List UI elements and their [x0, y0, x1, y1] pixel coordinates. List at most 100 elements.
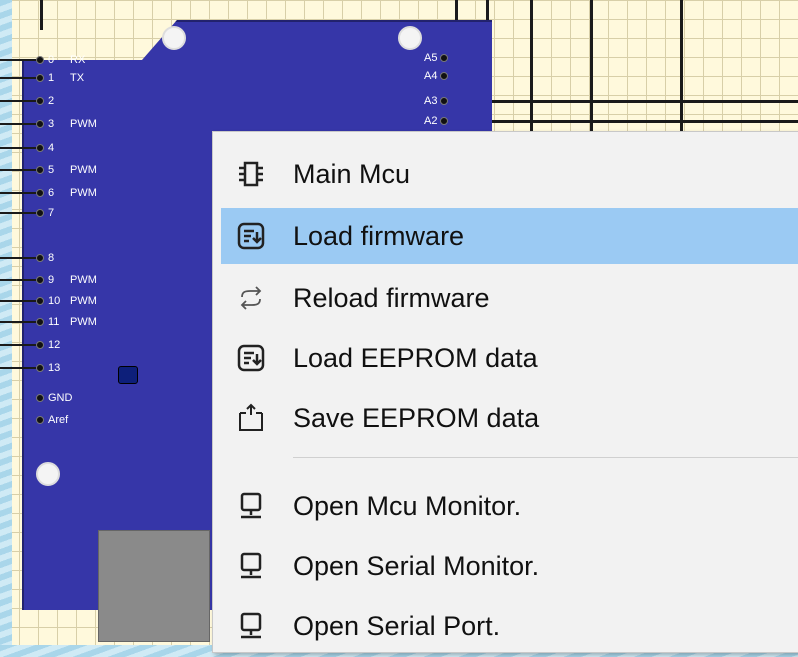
pin-label: A5 — [424, 52, 438, 64]
pin-dot — [36, 189, 44, 197]
pin-number: 4 — [48, 142, 55, 154]
mount-hole — [36, 462, 60, 486]
pin-label: RX — [70, 54, 86, 66]
wire — [0, 321, 38, 323]
pin-row[interactable]: 1 TX — [36, 70, 84, 86]
pin-label: A4 — [424, 70, 438, 82]
wire — [530, 0, 533, 135]
pin-label: PWM — [70, 164, 97, 176]
led-indicator — [118, 366, 138, 384]
menu-item-open-mcu-monitor[interactable]: Open Mcu Monitor. — [221, 478, 798, 534]
pin-dot — [36, 341, 44, 349]
wire — [0, 100, 38, 102]
canvas-border-left — [0, 0, 12, 657]
pin-row[interactable]: 8 — [36, 250, 70, 266]
pin-number: 10 — [48, 295, 61, 307]
pin-label: TX — [70, 72, 85, 84]
pin-label: A2 — [424, 115, 438, 127]
pin-row[interactable]: 11 PWM — [36, 314, 97, 330]
pin-dot — [36, 297, 44, 305]
pin-row[interactable]: 5 PWM — [36, 162, 97, 178]
pin-number: 1 — [48, 72, 55, 84]
pin-number: 3 — [48, 118, 55, 130]
pin-number: 12 — [48, 339, 61, 351]
usb-connector — [98, 530, 210, 642]
menu-item-reload-firmware[interactable]: Reload firmware — [221, 270, 798, 326]
chip-icon — [231, 154, 271, 194]
pin-number: 13 — [48, 362, 61, 374]
menu-item-open-serial-port[interactable]: Open Serial Port. — [221, 598, 798, 654]
menu-item-load-eeprom[interactable]: Load EEPROM data — [221, 330, 798, 386]
pin-dot — [36, 416, 44, 424]
wire — [0, 147, 38, 149]
reload-icon — [231, 278, 271, 318]
pin-number: 2 — [48, 95, 55, 107]
pin-row[interactable]: 2 — [36, 93, 70, 109]
pin-row[interactable]: 0 RX — [36, 52, 85, 68]
pin-dot — [36, 97, 44, 105]
menu-item-label: Load EEPROM data — [293, 342, 538, 373]
pin-dot — [440, 54, 449, 62]
menu-item-load-firmware[interactable]: Load firmware — [221, 208, 798, 264]
pin-label: A3 — [424, 95, 438, 107]
menu-item-label: Save EEPROM data — [293, 402, 540, 433]
pin-dot — [36, 56, 44, 64]
pin-row[interactable]: 4 — [36, 140, 70, 156]
pin-number: GND — [48, 392, 73, 404]
mount-hole — [162, 26, 186, 50]
monitor-icon — [231, 606, 271, 646]
pin-dot — [36, 120, 44, 128]
pin-dot — [36, 276, 44, 284]
pin-dot — [36, 209, 44, 217]
pin-number: 11 — [48, 316, 60, 328]
pin-label: PWM — [70, 274, 97, 286]
pin-number: 9 — [48, 274, 55, 286]
load-icon — [231, 338, 271, 378]
pin-dot — [440, 72, 449, 80]
pin-a3[interactable]: A3 — [424, 95, 452, 107]
pin-a4[interactable]: A4 — [424, 70, 452, 82]
wire — [0, 257, 38, 259]
pin-dot — [36, 394, 44, 402]
pin-row[interactable]: 6 PWM — [36, 185, 97, 201]
wire — [0, 212, 38, 214]
pin-label: PWM — [70, 187, 97, 199]
save-icon — [231, 398, 271, 438]
pin-dot — [36, 364, 44, 372]
wire — [0, 77, 38, 79]
pin-row[interactable]: 10 PWM — [36, 293, 97, 309]
pin-a5[interactable]: A5 — [424, 52, 452, 64]
menu-item-main-mcu[interactable]: Main Mcu — [221, 146, 798, 202]
pin-a2[interactable]: A2 — [424, 115, 452, 127]
pin-dot — [36, 166, 44, 174]
menu-separator — [293, 457, 798, 458]
pin-dot — [440, 117, 449, 125]
menu-item-label: Open Serial Port. — [293, 610, 501, 641]
pin-number: 5 — [48, 164, 55, 176]
pin-row[interactable]: Aref — [36, 412, 70, 428]
wire — [458, 120, 798, 123]
menu-item-label: Reload firmware — [293, 282, 490, 313]
wire — [0, 59, 38, 61]
wire — [0, 300, 38, 302]
wire — [680, 0, 683, 135]
wire — [458, 100, 798, 103]
pin-row[interactable]: 3 PWM — [36, 116, 97, 132]
pin-number: 6 — [48, 187, 55, 199]
load-icon — [231, 216, 271, 256]
pin-row[interactable]: 12 — [36, 337, 70, 353]
wire — [0, 192, 38, 194]
menu-item-label: Load firmware — [293, 220, 465, 251]
menu-item-label: Open Serial Monitor. — [293, 550, 540, 581]
pin-row[interactable]: GND — [36, 390, 72, 406]
pin-number: 0 — [48, 54, 55, 66]
pin-number: 7 — [48, 207, 55, 219]
pin-row[interactable]: 7 — [36, 205, 70, 221]
pin-label: PWM — [70, 295, 97, 307]
monitor-icon — [231, 486, 271, 526]
pin-dot — [36, 318, 44, 326]
pin-row[interactable]: 9 PWM — [36, 272, 97, 288]
menu-item-open-serial-monitor[interactable]: Open Serial Monitor. — [221, 538, 798, 594]
menu-item-save-eeprom[interactable]: Save EEPROM data — [221, 390, 798, 446]
pin-row[interactable]: 13 — [36, 360, 70, 376]
